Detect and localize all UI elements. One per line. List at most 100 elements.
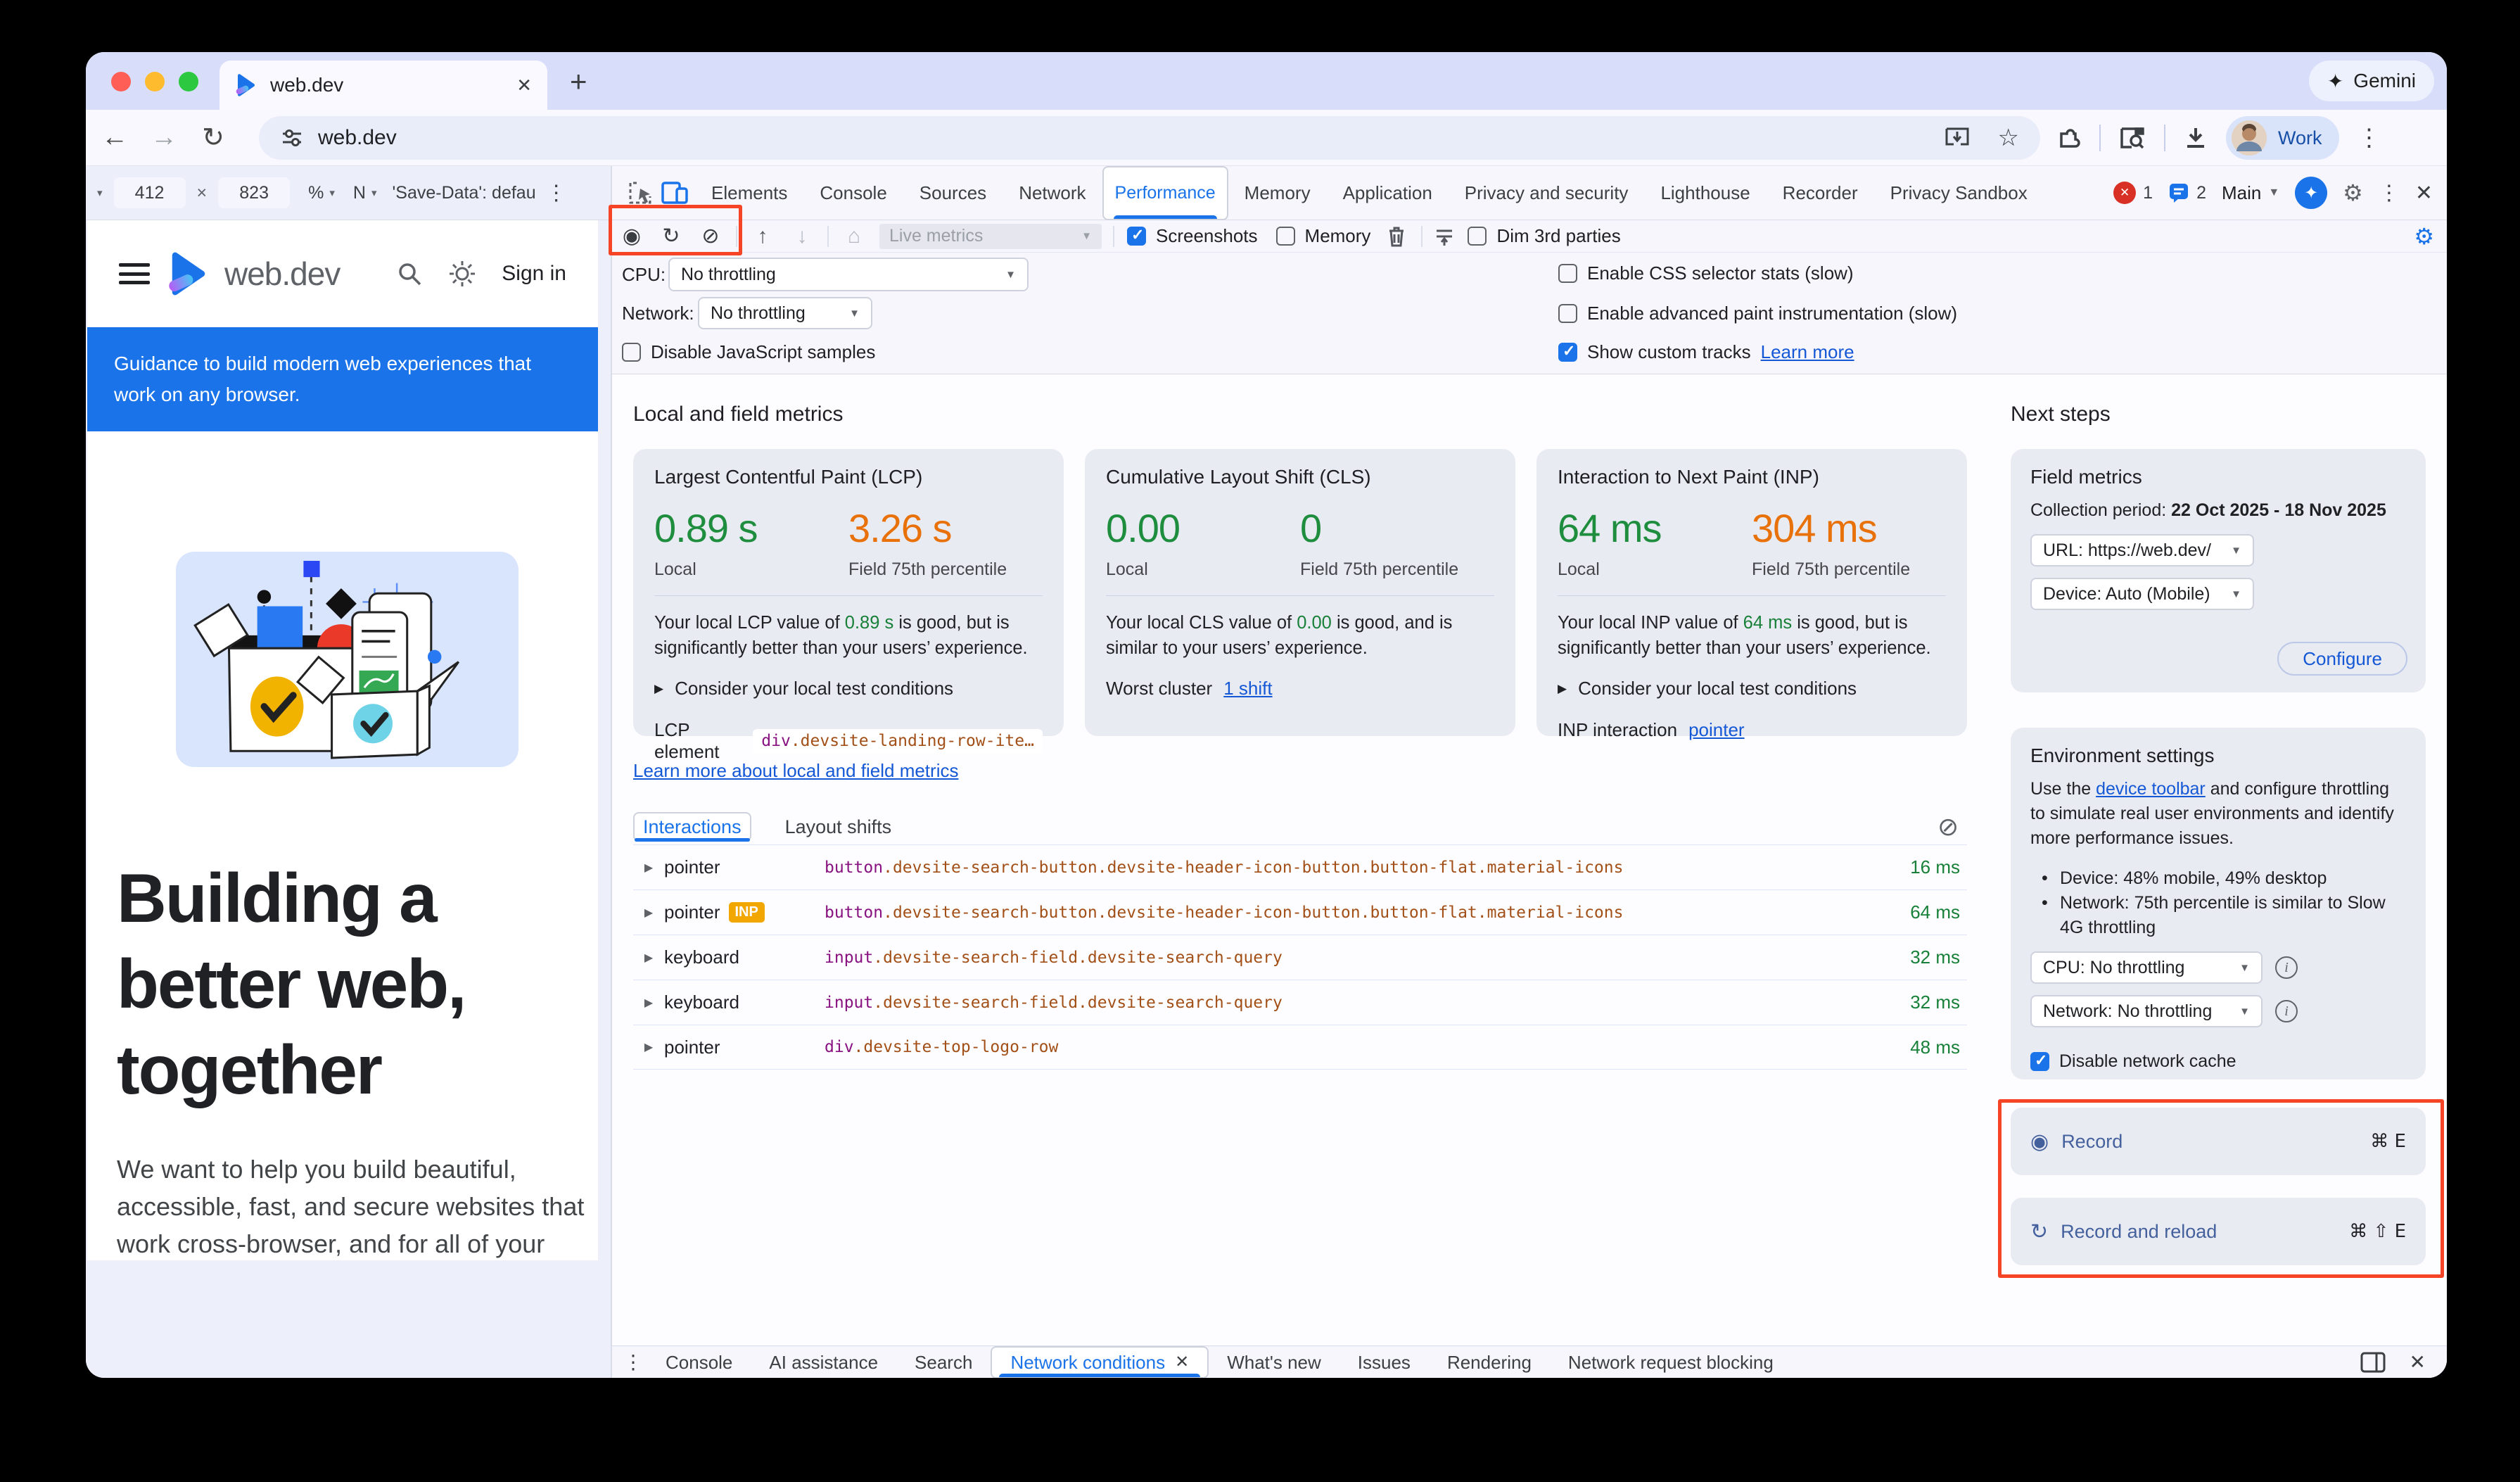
collect-garbage-icon[interactable] bbox=[1386, 225, 1407, 248]
tab-application[interactable]: Application bbox=[1327, 166, 1449, 220]
drawer-tab-console[interactable]: Console bbox=[647, 1346, 751, 1379]
forward-button[interactable]: → bbox=[139, 122, 189, 153]
env-network-select[interactable]: Network: No throttling▼ bbox=[2030, 995, 2263, 1027]
save-profile-icon[interactable]: ↓ bbox=[782, 220, 822, 253]
tab-recorder[interactable]: Recorder bbox=[1767, 166, 1874, 220]
interaction-row[interactable]: ▶ pointerINP button.devsite-search-butto… bbox=[633, 889, 1967, 935]
disable-js-samples-checkbox[interactable]: Disable JavaScript samples bbox=[622, 341, 875, 363]
tab-lighthouse[interactable]: Lighthouse bbox=[1644, 166, 1766, 220]
back-button[interactable]: ← bbox=[90, 122, 139, 153]
sort-tracks-icon[interactable] bbox=[1434, 225, 1455, 248]
learn-more-link[interactable]: Learn more bbox=[1761, 341, 1854, 363]
hamburger-menu-icon[interactable] bbox=[119, 263, 150, 284]
field-url-select[interactable]: URL: https://web.dev/▼ bbox=[2030, 534, 2254, 566]
clear-interactions-icon[interactable]: ⊘ bbox=[1937, 812, 1959, 842]
dim-3rd-parties-checkbox[interactable]: Dim 3rd parties bbox=[1468, 225, 1620, 247]
browser-tab[interactable]: web.dev ✕ bbox=[219, 61, 547, 110]
device-width-input[interactable]: 412 bbox=[114, 177, 186, 208]
cls-worst-cluster-link[interactable]: 1 shift bbox=[1223, 678, 1272, 699]
tab-console[interactable]: Console bbox=[803, 166, 903, 220]
learn-more-metrics-link[interactable]: Learn more about local and field metrics bbox=[633, 760, 958, 782]
tab-performance[interactable]: Performance bbox=[1102, 166, 1228, 220]
install-icon[interactable] bbox=[1945, 126, 1970, 150]
inspect-element-icon[interactable] bbox=[626, 179, 654, 207]
memory-checkbox[interactable]: Memory bbox=[1276, 225, 1371, 247]
dimensions-dropdown-icon[interactable]: ▾ bbox=[97, 186, 103, 199]
row-expand-icon[interactable]: ▶ bbox=[633, 861, 664, 875]
tab-privacy-security[interactable]: Privacy and security bbox=[1449, 166, 1645, 220]
tab-interactions[interactable]: Interactions bbox=[633, 812, 751, 842]
disable-network-cache-checkbox[interactable]: Disable network cache bbox=[2030, 1051, 2406, 1072]
device-toolbar-link[interactable]: device toolbar bbox=[2096, 779, 2206, 799]
extensions-icon[interactable] bbox=[2056, 125, 2081, 151]
row-expand-icon[interactable]: ▶ bbox=[633, 996, 664, 1010]
css-selector-stats-checkbox[interactable]: Enable CSS selector stats (slow) bbox=[1558, 262, 1854, 284]
theme-toggle-icon[interactable] bbox=[448, 260, 476, 288]
browser-menu-icon[interactable]: ⋮ bbox=[2357, 124, 2381, 152]
info-icon[interactable]: i bbox=[2275, 1000, 2298, 1022]
drawer-menu-icon[interactable]: ⋮ bbox=[623, 1350, 643, 1374]
interaction-row[interactable]: ▶ pointer div.devsite-top-logo-row 48 ms bbox=[633, 1025, 1967, 1070]
gemini-button[interactable]: ✦ Gemini bbox=[2309, 61, 2434, 101]
field-device-select[interactable]: Device: Auto (Mobile)▼ bbox=[2030, 578, 2254, 610]
ai-assistant-icon[interactable]: ✦ bbox=[2295, 177, 2327, 209]
site-logo-text[interactable]: web.dev bbox=[224, 255, 340, 293]
record-and-reload-button[interactable]: ↻ Record and reload ⌘ ⇧ E bbox=[2011, 1198, 2426, 1265]
close-drawer-tab-icon[interactable]: ✕ bbox=[1175, 1346, 1189, 1379]
device-toolbar-toggle-icon[interactable] bbox=[660, 179, 689, 207]
reload-button[interactable]: ↻ bbox=[189, 122, 238, 153]
inp-consider-disclosure[interactable]: ▶ Consider your local test conditions bbox=[1558, 678, 1946, 699]
drawer-tab-request-blocking[interactable]: Network request blocking bbox=[1550, 1346, 1792, 1379]
zoom-window-button[interactable] bbox=[179, 72, 198, 91]
tab-memory[interactable]: Memory bbox=[1228, 166, 1327, 220]
lcp-element-chip[interactable]: div.devsite-landing-row-ite… bbox=[753, 729, 1043, 753]
tab-layout-shifts[interactable]: Layout shifts bbox=[777, 812, 901, 842]
sign-in-link[interactable]: Sign in bbox=[502, 262, 566, 286]
capture-settings-icon[interactable]: ⚙ bbox=[2414, 223, 2434, 250]
row-expand-icon[interactable]: ▶ bbox=[633, 951, 664, 965]
network-throttle-select[interactable]: No throttling▼ bbox=[698, 297, 872, 329]
address-bar[interactable]: web.dev ☆ bbox=[259, 116, 2040, 160]
history-dropdown[interactable]: Live metrics▼ bbox=[879, 224, 1102, 249]
device-height-input[interactable]: 823 bbox=[218, 177, 290, 208]
drawer-tab-search[interactable]: Search bbox=[896, 1346, 991, 1379]
row-expand-icon[interactable]: ▶ bbox=[633, 906, 664, 920]
record-icon[interactable]: ◉ bbox=[612, 220, 651, 253]
custom-tracks-checkbox[interactable]: Show custom tracks Learn more bbox=[1558, 341, 1854, 363]
minimize-window-button[interactable] bbox=[145, 72, 165, 91]
info-icon[interactable]: i bbox=[2275, 956, 2298, 979]
drawer-tab-network-conditions[interactable]: Network conditions ✕ bbox=[991, 1346, 1209, 1379]
lcp-consider-disclosure[interactable]: ▶ Consider your local test conditions bbox=[654, 678, 1043, 699]
drawer-tab-issues[interactable]: Issues bbox=[1339, 1346, 1429, 1379]
interaction-row[interactable]: ▶ pointer button.devsite-search-button.d… bbox=[633, 844, 1967, 889]
site-settings-icon[interactable] bbox=[280, 126, 304, 150]
downloads-icon[interactable] bbox=[2184, 126, 2208, 150]
device-toolbar-menu-icon[interactable]: ⋮ bbox=[546, 181, 567, 205]
screenshots-checkbox[interactable]: Screenshots bbox=[1127, 225, 1258, 247]
tab-privacy-sandbox[interactable]: Privacy Sandbox bbox=[1874, 166, 2044, 220]
search-icon[interactable] bbox=[396, 260, 423, 287]
tab-sources[interactable]: Sources bbox=[903, 166, 1003, 220]
drawer-tab-ai-assistance[interactable]: AI assistance bbox=[751, 1346, 896, 1379]
tab-search-icon[interactable] bbox=[2119, 126, 2146, 150]
cpu-throttle-select[interactable]: No throttling▼ bbox=[668, 258, 1029, 291]
devtools-menu-icon[interactable]: ⋮ bbox=[2379, 181, 2400, 205]
record-button[interactable]: ◉ Record ⌘ E bbox=[2011, 1108, 2426, 1175]
row-expand-icon[interactable]: ▶ bbox=[633, 1040, 664, 1054]
interaction-row[interactable]: ▶ keyboard input.devsite-search-field.de… bbox=[633, 980, 1967, 1025]
env-cpu-select[interactable]: CPU: No throttling▼ bbox=[2030, 951, 2263, 984]
bookmark-star-icon[interactable]: ☆ bbox=[1998, 124, 2019, 152]
inp-interaction-link[interactable]: pointer bbox=[1688, 719, 1745, 741]
target-selector[interactable]: Main▼ bbox=[2222, 182, 2279, 204]
tab-elements[interactable]: Elements bbox=[695, 166, 803, 220]
webdev-logo-icon[interactable] bbox=[167, 252, 210, 296]
configure-button[interactable]: Configure bbox=[2277, 642, 2407, 676]
devtools-close-icon[interactable]: ✕ bbox=[2415, 181, 2433, 205]
zoom-dropdown[interactable]: %▾ bbox=[308, 183, 335, 203]
profile-button[interactable]: Work bbox=[2226, 116, 2339, 160]
close-window-button[interactable] bbox=[111, 72, 131, 91]
new-tab-button[interactable]: + bbox=[570, 68, 587, 96]
tab-network[interactable]: Network bbox=[1003, 166, 1102, 220]
close-drawer-icon[interactable]: ✕ bbox=[2410, 1350, 2426, 1374]
devtools-settings-icon[interactable]: ⚙ bbox=[2343, 179, 2363, 206]
